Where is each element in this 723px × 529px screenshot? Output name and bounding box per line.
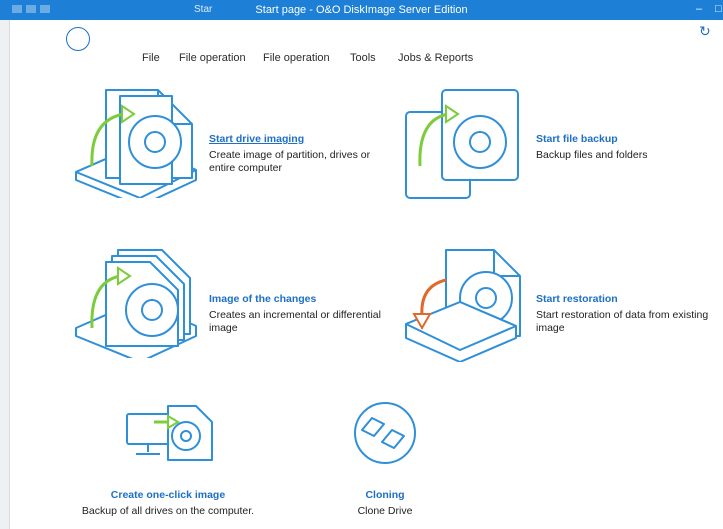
image-of-changes-link[interactable]: Image of the changes xyxy=(209,293,316,305)
start-restoration-link[interactable]: Start restoration xyxy=(536,293,618,305)
start-drive-imaging-description: Create image of partition, drives or ent… xyxy=(209,149,371,174)
cloning-description: Clone Drive xyxy=(357,505,413,517)
create-one-click-image-link[interactable]: Create one-click image xyxy=(83,489,253,501)
menu-file-operation-2[interactable]: File operation xyxy=(263,52,330,64)
cloning-icon[interactable] xyxy=(352,400,418,466)
start-restoration-description: Start restoration of data from existing … xyxy=(536,309,709,334)
one-click-image-icon[interactable] xyxy=(124,402,216,466)
left-window-edge xyxy=(0,20,10,529)
window-title: Start page - O&O DiskImage Server Editio… xyxy=(255,4,468,16)
restoration-icon[interactable] xyxy=(402,246,524,362)
image-of-changes-description: Creates an incremental or differential i… xyxy=(209,309,381,334)
refresh-icon[interactable]: ↻ xyxy=(699,23,711,40)
app-menu-button[interactable] xyxy=(66,27,90,51)
menu-jobs-reports[interactable]: Jobs & Reports xyxy=(398,52,473,64)
start-file-backup-link[interactable]: Start file backup xyxy=(536,133,618,145)
incremental-image-icon[interactable] xyxy=(72,246,200,358)
cloning-link[interactable]: Cloning xyxy=(335,489,435,501)
create-one-click-image-description: Backup of all drives on the computer. xyxy=(81,505,255,517)
minimize-button[interactable]: – xyxy=(696,4,702,15)
menu-tools[interactable]: Tools xyxy=(350,52,376,64)
menu-file-operation-1[interactable]: File operation xyxy=(179,52,246,64)
close-button[interactable]: □ xyxy=(715,3,722,15)
title-bar: Star Start page - O&O DiskImage Server E… xyxy=(0,0,723,20)
start-file-backup-description: Backup files and folders xyxy=(536,149,648,161)
file-backup-icon[interactable] xyxy=(402,86,524,202)
menu-file[interactable]: File xyxy=(142,52,160,64)
drive-imaging-icon[interactable] xyxy=(72,86,200,198)
start-drive-imaging-link[interactable]: Start drive imaging xyxy=(209,133,304,145)
